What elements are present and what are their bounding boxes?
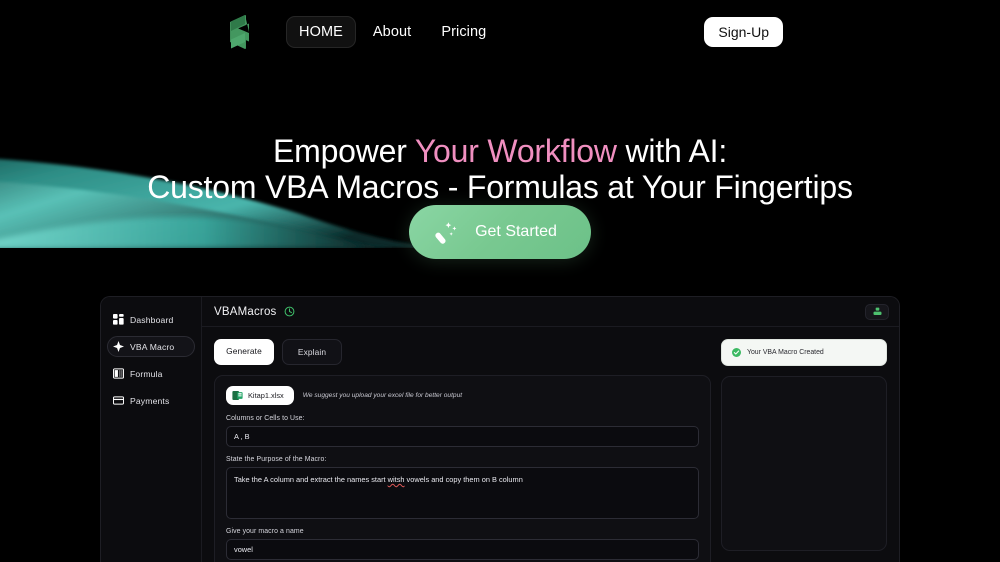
sidebar-item-vba-macro-label: VBA Macro	[130, 341, 175, 352]
purpose-text-part2: vowels and copy them on B column	[404, 475, 523, 484]
app-sidebar: Dashboard VBA Macro Formula Payments	[101, 297, 202, 562]
app-topbar: VBAMacros	[202, 297, 899, 327]
result-panel: Your VBA Macro Created	[721, 339, 887, 562]
user-avatar-icon	[873, 307, 881, 315]
sidebar-item-formula[interactable]: Formula	[107, 363, 195, 384]
sidebar-item-dashboard[interactable]: Dashboard	[107, 309, 195, 330]
status-toast: Your VBA Macro Created	[721, 339, 887, 366]
get-started-label: Get Started	[475, 223, 557, 240]
page-title: VBAMacros	[214, 305, 277, 318]
app-window-preview: Dashboard VBA Macro Formula Payments VBA…	[100, 296, 900, 562]
mode-tabs: Generate Explain	[214, 339, 711, 365]
tab-generate[interactable]: Generate	[214, 339, 274, 365]
purpose-textarea[interactable]: Take the A column and extract the names …	[226, 467, 699, 519]
sidebar-item-vba-macro[interactable]: VBA Macro	[107, 336, 195, 357]
columns-field-label: Columns or Cells to Use:	[226, 415, 305, 422]
nav-links: HOME About Pricing	[286, 16, 499, 48]
purpose-text-misspelled: witsh	[387, 475, 405, 484]
sidebar-item-dashboard-label: Dashboard	[130, 314, 174, 325]
sidebar-item-payments-label: Payments	[130, 395, 170, 406]
macro-form-card: Kitap1.xlsx We suggest you upload your e…	[214, 375, 711, 562]
logo-mark-icon[interactable]	[222, 13, 258, 51]
file-upload-row: Kitap1.xlsx We suggest you upload your e…	[226, 386, 699, 405]
avatar[interactable]	[865, 303, 889, 320]
hero-line1-post: with AI:	[616, 133, 728, 169]
hero-section: Empower Your Workflow with AI: Custom VB…	[0, 133, 1000, 205]
macro-name-field-label: Give your macro a name	[226, 528, 304, 535]
success-check-icon	[732, 348, 741, 357]
get-started-button[interactable]: Get Started	[409, 205, 591, 259]
spreadsheet-icon	[113, 368, 124, 379]
excel-file-icon	[232, 391, 243, 400]
columns-input[interactable]	[226, 426, 699, 447]
uploaded-file-name: Kitap1.xlsx	[248, 391, 284, 400]
hero-line2: Custom VBA Macros - Formulas at Your Fin…	[147, 169, 853, 205]
hero-heading: Empower Your Workflow with AI: Custom VB…	[0, 133, 1000, 205]
history-clock-icon[interactable]	[284, 306, 295, 317]
purpose-text-part1: Take the A column and extract the names …	[234, 475, 388, 484]
sidebar-item-formula-label: Formula	[130, 368, 163, 379]
generate-panel: Generate Explain Kitap1.xlsx We suggest …	[214, 339, 711, 562]
signup-button[interactable]: Sign-Up	[704, 17, 783, 47]
app-main: VBAMacros Generate Explain Kitap1.xlsx W…	[202, 297, 899, 562]
nav-link-home[interactable]: HOME	[286, 16, 356, 48]
nav-link-about[interactable]: About	[360, 16, 424, 48]
macro-name-input[interactable]	[226, 539, 699, 560]
sidebar-item-payments[interactable]: Payments	[107, 390, 195, 411]
hero-line1-pre: Empower	[272, 133, 415, 169]
magic-wand-icon	[435, 222, 457, 244]
lightning-bolt-icon	[113, 341, 124, 352]
macro-result-card	[721, 376, 887, 551]
nav-link-pricing[interactable]: Pricing	[428, 16, 499, 48]
purpose-field-label: State the Purpose of the Macro:	[226, 456, 327, 463]
upload-hint-text: We suggest you upload your excel file fo…	[302, 392, 463, 399]
status-toast-message: Your VBA Macro Created	[747, 349, 824, 356]
dashboard-grid-icon	[113, 314, 124, 325]
uploaded-file-chip[interactable]: Kitap1.xlsx	[226, 386, 294, 405]
tab-explain[interactable]: Explain	[282, 339, 342, 365]
top-navigation-bar: HOME About Pricing Sign-Up	[0, 0, 1000, 64]
hero-line1-accent: Your Workflow	[414, 133, 617, 169]
app-body: Generate Explain Kitap1.xlsx We suggest …	[202, 327, 899, 562]
credit-card-icon	[113, 396, 124, 405]
page-root: HOME About Pricing Sign-Up Empower Your …	[0, 0, 1000, 562]
cta-container: Get Started	[0, 205, 1000, 259]
